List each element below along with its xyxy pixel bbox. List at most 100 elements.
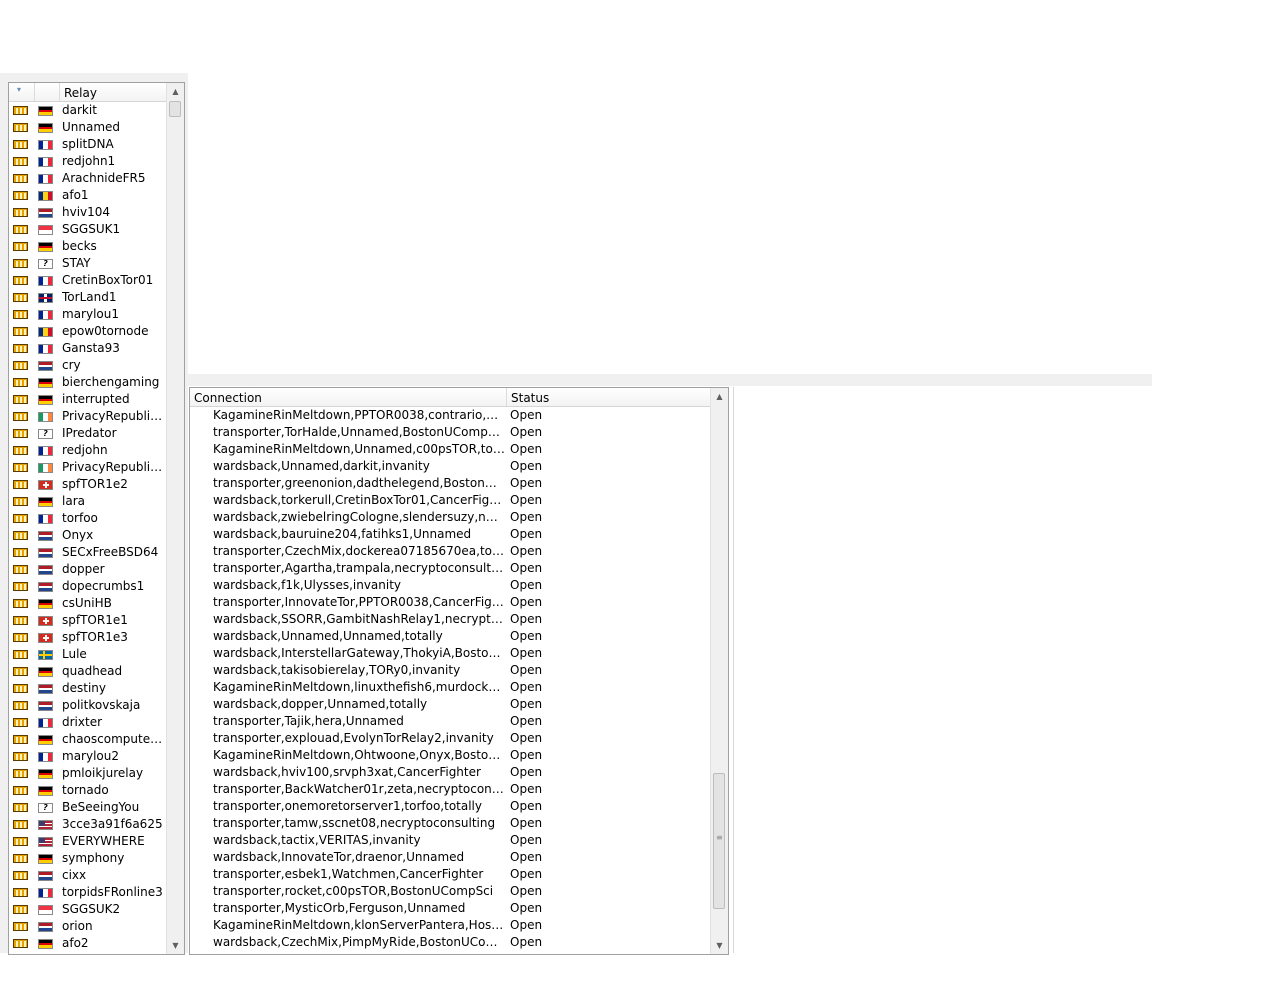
- relay-row[interactable]: SGGSUK1: [9, 221, 167, 238]
- connection-row[interactable]: transporter,greenonion,dadthelegend,Bost…: [190, 475, 711, 492]
- connection-row[interactable]: wardsback,SSORR,GambitNashRelay1,necrypt…: [190, 611, 711, 628]
- relay-row[interactable]: lara: [9, 493, 167, 510]
- relay-row[interactable]: EVERYWHERE: [9, 833, 167, 850]
- connection-row[interactable]: wardsback,InterstellarGateway,ThokyiA,Bo…: [190, 645, 711, 662]
- relay-row[interactable]: 3cce3a91f6a625: [9, 816, 167, 833]
- connection-row[interactable]: wardsback,torkerull,CretinBoxTor01,Cance…: [190, 492, 711, 509]
- relay-row[interactable]: redjohn1: [9, 153, 167, 170]
- connection-scrollbar[interactable]: ▲ ≡ ▼: [710, 388, 728, 954]
- relay-row[interactable]: redjohn: [9, 442, 167, 459]
- relay-row[interactable]: cixx: [9, 867, 167, 884]
- relay-row[interactable]: destiny: [9, 680, 167, 697]
- relay-row[interactable]: drixter: [9, 714, 167, 731]
- relay-row[interactable]: SGGSUK2: [9, 901, 167, 918]
- relay-row[interactable]: torpidsFRonline3: [9, 884, 167, 901]
- relay-row[interactable]: spfTOR1e1: [9, 612, 167, 629]
- connection-row[interactable]: wardsback,tactix,VERITAS,invanity Open: [190, 832, 711, 849]
- relay-row[interactable]: dopper: [9, 561, 167, 578]
- relay-row[interactable]: pmloikjurelay: [9, 765, 167, 782]
- relay-row[interactable]: orion: [9, 918, 167, 935]
- connection-row[interactable]: transporter,tamw,sscnet08,necryptoconsul…: [190, 815, 711, 832]
- relay-row[interactable]: marylou1: [9, 306, 167, 323]
- connection-row[interactable]: wardsback,bauruine204,fatihks1,Unnamed Op…: [190, 526, 711, 543]
- relay-row[interactable]: PrivacyRepublic0...: [9, 408, 167, 425]
- connection-column-header[interactable]: Connection: [190, 388, 507, 406]
- connection-row[interactable]: wardsback,hviv100,srvph3xat,CancerFighte…: [190, 764, 711, 781]
- relay-row[interactable]: Unnamed: [9, 119, 167, 136]
- connection-row[interactable]: transporter,Tajik,hera,Unnamed Open: [190, 713, 711, 730]
- relay-column-header[interactable]: Relay: [60, 83, 167, 101]
- relay-row[interactable]: cry: [9, 357, 167, 374]
- connection-row[interactable]: transporter,rocket,c00psTOR,BostonUCompS…: [190, 883, 711, 900]
- scroll-thumb[interactable]: [169, 101, 181, 117]
- relay-row[interactable]: SECxFreeBSD64: [9, 544, 167, 561]
- relay-row[interactable]: ? IPredator: [9, 425, 167, 442]
- connection-row[interactable]: KagamineRinMeltdown,PPTOR0038,contrario,…: [190, 407, 711, 424]
- connection-row[interactable]: wardsback,dopper,Unnamed,totally Open: [190, 696, 711, 713]
- relay-row[interactable]: spfTOR1e3: [9, 629, 167, 646]
- connection-row[interactable]: KagamineRinMeltdown,linuxthefish6,murdoc…: [190, 679, 711, 696]
- relay-row[interactable]: PrivacyRepublic0...: [9, 459, 167, 476]
- connection-list[interactable]: Connection Status KagamineRinMeltdown,PP…: [189, 387, 729, 955]
- connection-row[interactable]: KagamineRinMeltdown,klonServerPantera,Ho…: [190, 917, 711, 934]
- relay-scrollbar[interactable]: ▲ ▼: [166, 83, 184, 954]
- connection-row[interactable]: wardsback,Unnamed,Unnamed,totally Open: [190, 628, 711, 645]
- relay-row[interactable]: quadhead: [9, 663, 167, 680]
- connection-row[interactable]: wardsback,f1k,Ulysses,invanity Open: [190, 577, 711, 594]
- connection-row[interactable]: KagamineRinMeltdown,Ohtwoone,Onyx,Boston…: [190, 747, 711, 764]
- relay-row[interactable]: afo1: [9, 187, 167, 204]
- connection-row[interactable]: transporter,TorHalde,Unnamed,BostonUComp…: [190, 424, 711, 441]
- relay-row[interactable]: afo2: [9, 935, 167, 952]
- relay-row[interactable]: bierchengaming: [9, 374, 167, 391]
- relay-row[interactable]: Gansta93: [9, 340, 167, 357]
- country-flag-icon: [38, 497, 53, 507]
- scroll-up-icon[interactable]: ▲: [167, 83, 184, 100]
- sort-column-header[interactable]: ▾: [9, 83, 35, 101]
- relay-row[interactable]: ArachnideFR5: [9, 170, 167, 187]
- relay-row[interactable]: csUniHB: [9, 595, 167, 612]
- relay-row[interactable]: torfoo: [9, 510, 167, 527]
- relay-row[interactable]: Onyx: [9, 527, 167, 544]
- relay-list[interactable]: ▾ Relay darkit Unnamed splitDNA redjohn1 Ara…: [8, 82, 185, 955]
- relay-row[interactable]: CretinBoxTor01: [9, 272, 167, 289]
- scroll-up-icon[interactable]: ▲: [711, 388, 728, 405]
- relay-row[interactable]: ? STAY: [9, 255, 167, 272]
- relay-row[interactable]: tornado: [9, 782, 167, 799]
- scroll-down-icon[interactable]: ▼: [167, 937, 184, 954]
- connection-row[interactable]: transporter,MysticOrb,Ferguson,Unnamed Op…: [190, 900, 711, 917]
- connection-row[interactable]: transporter,explouad,EvolynTorRelay2,inv…: [190, 730, 711, 747]
- relay-row[interactable]: darkit: [9, 102, 167, 119]
- relay-row[interactable]: spfTOR1e2: [9, 476, 167, 493]
- connection-row[interactable]: transporter,InnovateTor,PPTOR0038,Cancer…: [190, 594, 711, 611]
- connection-row[interactable]: transporter,BackWatcher01r,zeta,necrypto…: [190, 781, 711, 798]
- relay-row[interactable]: symphony: [9, 850, 167, 867]
- scroll-down-icon[interactable]: ▼: [711, 937, 728, 954]
- connection-row[interactable]: transporter,onemoretorserver1,torfoo,tot…: [190, 798, 711, 815]
- connection-row[interactable]: wardsback,CzechMix,PimpMyRide,BostonUCom…: [190, 934, 711, 951]
- connection-row[interactable]: wardsback,takisobierelay,TORy0,invanity O…: [190, 662, 711, 679]
- connection-row[interactable]: wardsback,zwiebelringCologne,slendersuzy…: [190, 509, 711, 526]
- relay-row[interactable]: epow0tornode: [9, 323, 167, 340]
- relay-row[interactable]: dopecrumbs1: [9, 578, 167, 595]
- flag-column-header[interactable]: [35, 83, 60, 101]
- relay-row[interactable]: interrupted: [9, 391, 167, 408]
- relay-row[interactable]: politkovskaja: [9, 697, 167, 714]
- relay-row[interactable]: hviv104: [9, 204, 167, 221]
- relay-row[interactable]: splitDNA: [9, 136, 167, 153]
- relay-row[interactable]: chaoscomputerc...: [9, 731, 167, 748]
- splitter-bar[interactable]: [188, 374, 1152, 386]
- relay-row[interactable]: Lule: [9, 646, 167, 663]
- connection-row[interactable]: transporter,esbek1,Watchmen,CancerFighte…: [190, 866, 711, 883]
- relay-row[interactable]: ? BeSeeingYou: [9, 799, 167, 816]
- relay-row[interactable]: TorLand1: [9, 289, 167, 306]
- status-column-header[interactable]: Status: [507, 388, 711, 406]
- connection-row[interactable]: KagamineRinMeltdown,Unnamed,c00psTOR,tot…: [190, 441, 711, 458]
- connection-row[interactable]: wardsback,Unnamed,darkit,invanity Open: [190, 458, 711, 475]
- connection-row[interactable]: transporter,Agartha,trampala,necryptocon…: [190, 560, 711, 577]
- scroll-thumb[interactable]: ≡: [713, 773, 725, 909]
- relay-row[interactable]: becks: [9, 238, 167, 255]
- connection-row[interactable]: wardsback,InnovateTor,draenor,Unnamed Ope…: [190, 849, 711, 866]
- connection-row[interactable]: transporter,CzechMix,dockerea07185670ea,…: [190, 543, 711, 560]
- country-flag-icon: ?: [38, 429, 53, 439]
- relay-row[interactable]: marylou2: [9, 748, 167, 765]
